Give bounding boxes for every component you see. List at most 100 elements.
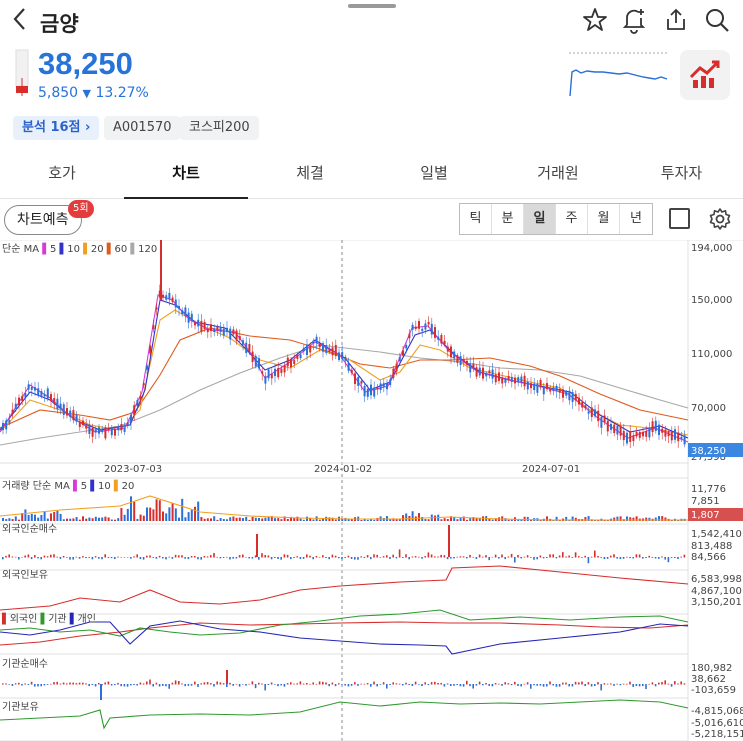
foreign-net-bar bbox=[344, 557, 346, 558]
candle bbox=[8, 420, 11, 423]
foreign-net-bar bbox=[155, 557, 158, 559]
candle bbox=[494, 374, 497, 383]
tab-chart[interactable]: 차트 bbox=[124, 155, 248, 199]
foreign-net-bar bbox=[174, 554, 177, 558]
inst-net-bar bbox=[606, 683, 609, 685]
foreign-net-bar bbox=[664, 557, 666, 560]
foreign-net-bar bbox=[210, 555, 212, 558]
foreign-net-bar bbox=[34, 555, 36, 558]
volume-bar bbox=[299, 518, 302, 521]
tab-investor[interactable]: 투자자 bbox=[620, 155, 743, 199]
back-chevron-icon[interactable] bbox=[10, 6, 30, 37]
stock-code-chip[interactable]: A001570 bbox=[104, 116, 181, 140]
foreign-net-bar bbox=[354, 557, 356, 560]
period-minute[interactable]: 분 bbox=[492, 204, 524, 234]
candle bbox=[24, 393, 27, 398]
inst-net-bar bbox=[245, 684, 247, 686]
inst-net-bar bbox=[82, 682, 84, 685]
tab-broker[interactable]: 거래원 bbox=[496, 155, 620, 199]
inst-net-bar bbox=[674, 681, 676, 685]
inst-net-bar bbox=[395, 683, 398, 685]
foreign-net-bar bbox=[395, 557, 398, 559]
drag-handle[interactable] bbox=[348, 4, 396, 8]
settings-gear-icon[interactable] bbox=[708, 207, 732, 235]
candle bbox=[117, 427, 120, 430]
foreign-hold-line bbox=[0, 565, 689, 611]
period-day[interactable]: 일 bbox=[524, 204, 556, 234]
tab-hoga[interactable]: 호가 bbox=[0, 155, 124, 199]
candle bbox=[178, 306, 180, 309]
foreign-net-bar bbox=[427, 552, 430, 558]
inst-net-bar bbox=[331, 682, 334, 685]
inst-net-bar bbox=[446, 683, 449, 685]
inst-net-bar bbox=[248, 683, 250, 685]
candle bbox=[190, 313, 193, 322]
candle bbox=[50, 394, 52, 401]
candle bbox=[421, 328, 424, 331]
inst-net-bar bbox=[130, 684, 132, 686]
candle bbox=[277, 367, 280, 378]
volume-bar bbox=[75, 517, 78, 521]
foreign-net-bar bbox=[94, 556, 97, 558]
inet-tick-3: -103,659 bbox=[691, 685, 736, 696]
foreign-net-bar bbox=[437, 556, 439, 558]
ma5-line bbox=[0, 294, 689, 443]
foreign-net-bar bbox=[603, 557, 606, 560]
period-year[interactable]: 년 bbox=[620, 204, 652, 234]
volume-bar bbox=[526, 516, 529, 521]
candle bbox=[414, 326, 417, 329]
inst-net-bar bbox=[299, 681, 302, 685]
inst-net-bar bbox=[450, 684, 452, 686]
volume-bar bbox=[242, 518, 244, 521]
inst-net-bar bbox=[357, 684, 359, 686]
foreign-net-bar bbox=[478, 554, 481, 558]
star-icon[interactable] bbox=[581, 6, 609, 34]
candle bbox=[405, 345, 408, 349]
inst-net-bar bbox=[552, 684, 554, 686]
volume-bar bbox=[40, 515, 43, 521]
candle bbox=[539, 379, 542, 388]
candle bbox=[370, 384, 372, 396]
chart-checkbox[interactable] bbox=[669, 208, 690, 229]
tab-trades[interactable]: 체결 bbox=[248, 155, 372, 199]
inst-net-bar bbox=[107, 681, 110, 685]
share-icon[interactable] bbox=[662, 6, 690, 34]
foreign-net-bar bbox=[379, 557, 382, 558]
alarm-add-icon[interactable] bbox=[620, 6, 648, 34]
inst-net-bar bbox=[584, 684, 586, 687]
stock-chart-area[interactable]: 194,000 150,000 110,000 70,000 27,598 38… bbox=[0, 240, 743, 741]
candle bbox=[226, 327, 228, 332]
foreign-net-bar bbox=[24, 555, 26, 558]
period-month[interactable]: 월 bbox=[588, 204, 620, 234]
period-week[interactable]: 주 bbox=[556, 204, 588, 234]
candle bbox=[264, 376, 267, 384]
index-chip[interactable]: 코스피200 bbox=[180, 116, 259, 140]
candle bbox=[536, 383, 539, 393]
foreign-net-bar bbox=[648, 555, 650, 558]
candle bbox=[126, 422, 129, 425]
chart-trend-icon[interactable] bbox=[680, 50, 730, 100]
candle bbox=[366, 388, 369, 397]
analysis-score-chip[interactable]: 분석 16점 › bbox=[13, 116, 100, 140]
fhold-tick-1: 6,583,998 bbox=[691, 574, 742, 585]
inst-net-bar bbox=[370, 684, 372, 687]
tab-daily[interactable]: 일별 bbox=[372, 155, 496, 199]
foreign-net-bar bbox=[190, 555, 193, 558]
period-tick[interactable]: 틱 bbox=[460, 204, 492, 234]
inst-net-bar bbox=[258, 682, 260, 685]
inst-net-bar bbox=[184, 684, 186, 687]
search-icon[interactable] bbox=[703, 6, 731, 34]
volume-bar bbox=[206, 518, 209, 521]
foreign-net-bar bbox=[670, 557, 673, 558]
foreign-net-bar bbox=[373, 554, 375, 558]
volume-bar bbox=[98, 517, 100, 521]
foreign-net-bar bbox=[530, 557, 532, 558]
volume-bar bbox=[210, 518, 212, 521]
volume-bar bbox=[190, 509, 193, 521]
candle bbox=[555, 385, 558, 392]
candle bbox=[683, 435, 686, 445]
candle bbox=[565, 392, 568, 396]
foreign-net-bar bbox=[402, 557, 404, 558]
candle bbox=[552, 387, 555, 392]
candle bbox=[520, 376, 523, 383]
